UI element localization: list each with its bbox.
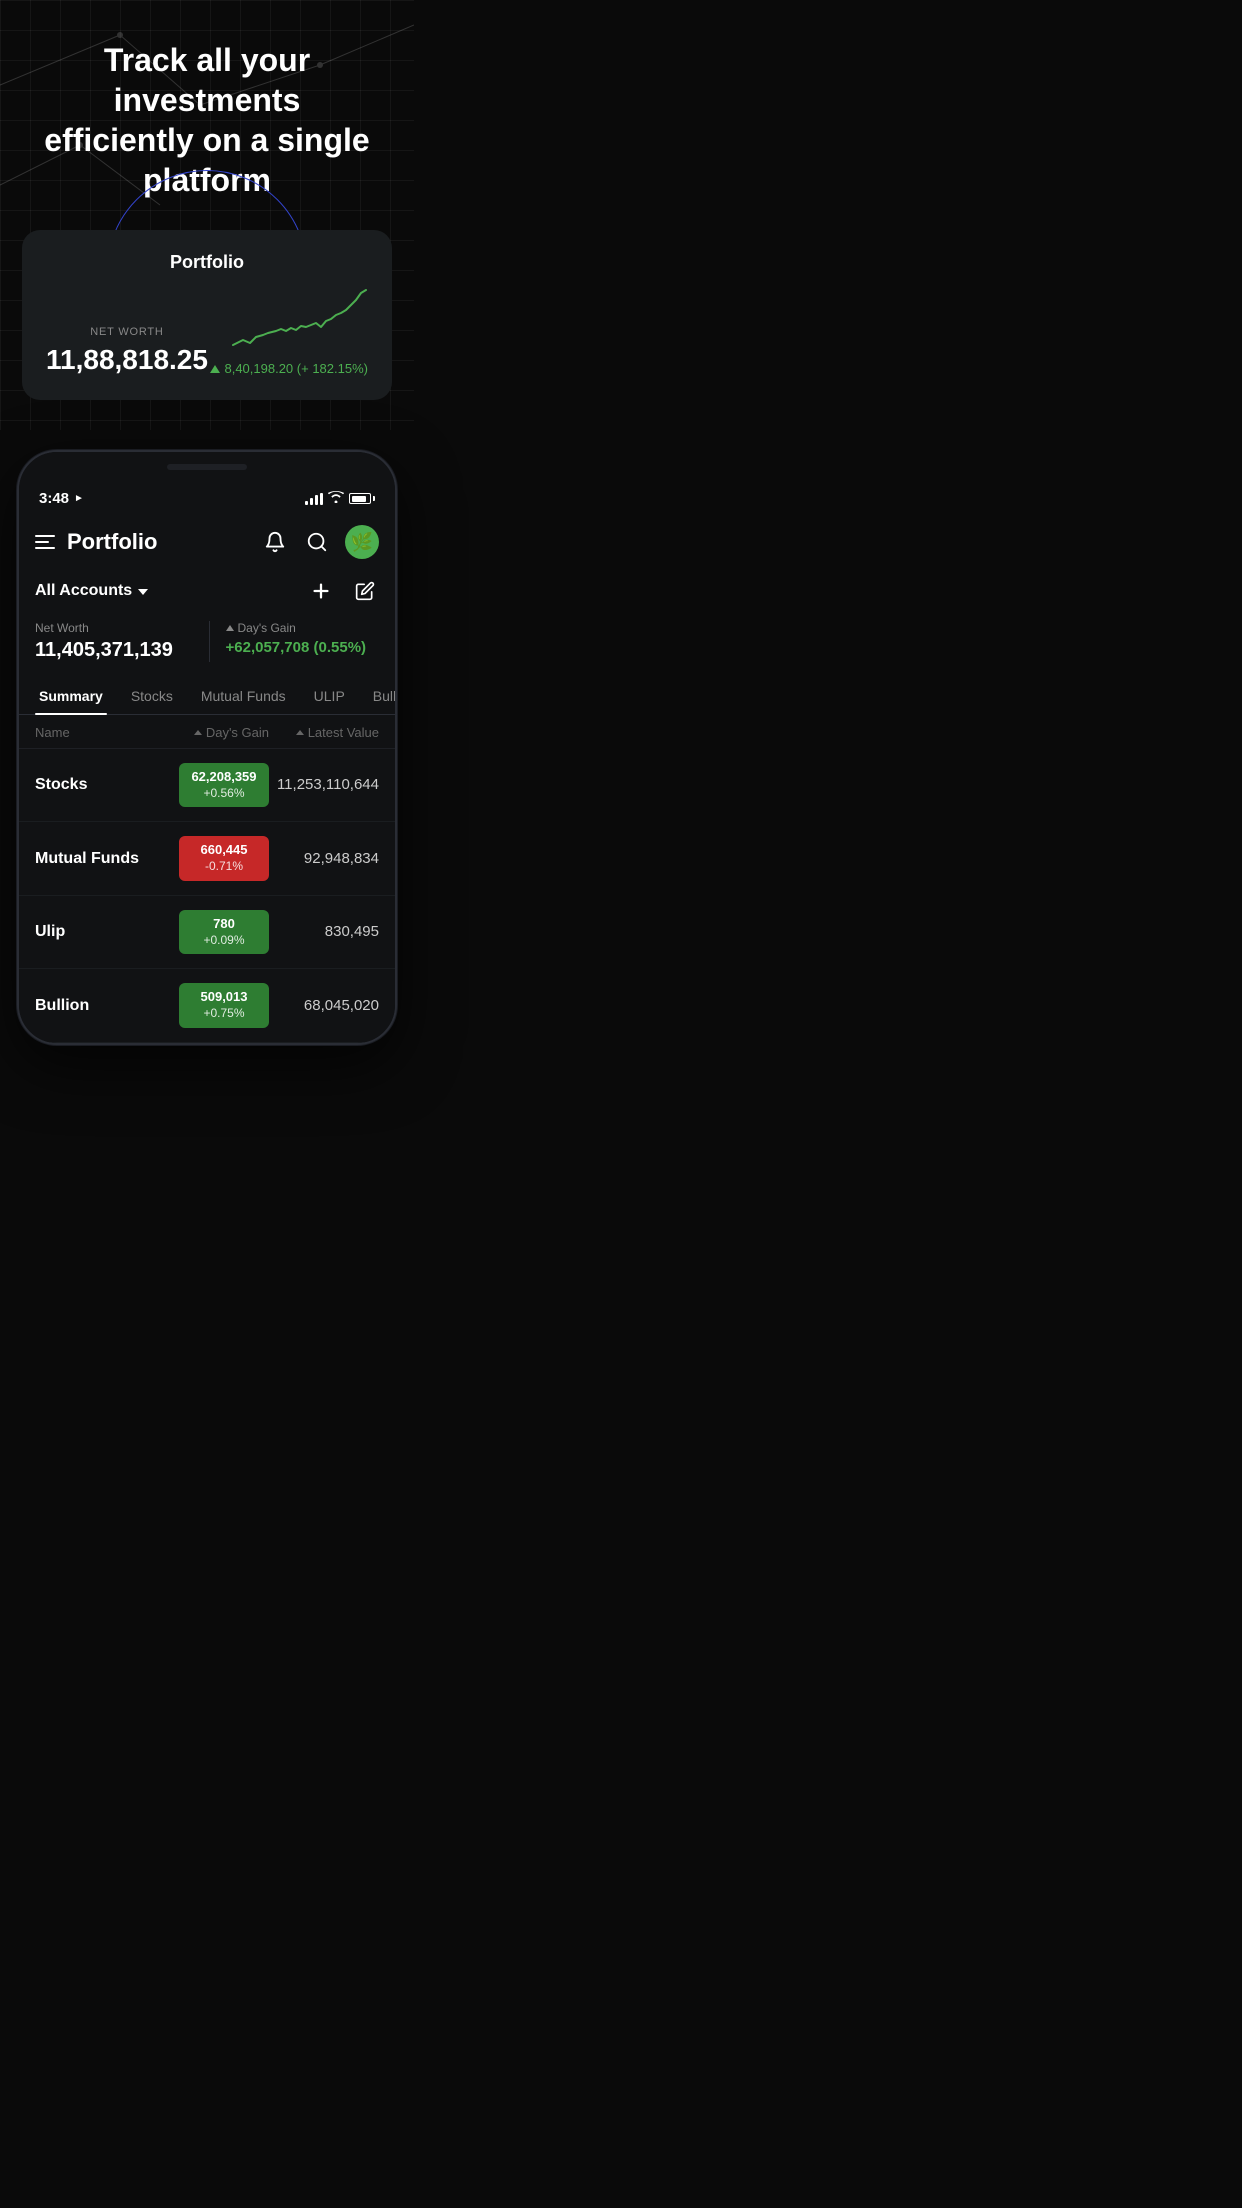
- status-icons: [305, 491, 375, 506]
- row-name-1: Mutual Funds: [35, 850, 149, 868]
- col-sort-caret-icon-2: [296, 730, 304, 735]
- bell-icon[interactable]: [261, 528, 289, 556]
- days-gain-label: Day's Gain: [226, 621, 380, 635]
- add-account-button[interactable]: [307, 577, 335, 605]
- phone-frame: 3:48 ►: [17, 450, 397, 1045]
- status-bar: 3:48 ►: [19, 482, 395, 511]
- edit-button[interactable]: [351, 577, 379, 605]
- location-arrow-icon: ►: [74, 493, 84, 504]
- all-accounts-button[interactable]: All Accounts: [35, 582, 148, 600]
- col-name-header: Name: [35, 725, 149, 740]
- days-gain-value: +62,057,708 (0.55%): [226, 639, 380, 656]
- time-display: 3:48: [39, 490, 69, 507]
- net-worth-value: 11,405,371,139: [35, 639, 189, 662]
- table-header: Name Day's Gain Latest Value: [19, 715, 395, 749]
- account-caret-icon: [138, 589, 148, 595]
- col-days-gain-header: Day's Gain: [149, 725, 269, 740]
- table-row[interactable]: Stocks 62,208,359 +0.56% 11,253,110,644: [19, 749, 395, 822]
- gain-tag-0: 62,208,359 +0.56%: [179, 763, 269, 807]
- account-row: All Accounts: [19, 569, 395, 617]
- hamburger-menu-icon[interactable]: [35, 535, 55, 549]
- header-left: Portfolio: [35, 529, 157, 555]
- row-gain-cell-2: 780 +0.09%: [149, 910, 269, 954]
- table-rows-container: Stocks 62,208,359 +0.56% 11,253,110,644 …: [19, 749, 395, 1043]
- avatar-button[interactable]: 🌿: [345, 525, 379, 559]
- row-latest-cell-3: 68,045,020: [269, 997, 379, 1015]
- row-gain-cell-1: 660,445 -0.71%: [149, 836, 269, 880]
- all-accounts-label: All Accounts: [35, 582, 132, 600]
- row-gain-cell-0: 62,208,359 +0.56%: [149, 763, 269, 807]
- row-name-3: Bullion: [35, 997, 149, 1015]
- card-gain-badge: 8,40,198.20 (+ 182.15%): [210, 361, 368, 376]
- app-title: Portfolio: [67, 529, 157, 555]
- battery-icon: [349, 493, 375, 504]
- portfolio-card-right: 8,40,198.20 (+ 182.15%): [210, 285, 368, 376]
- days-gain-caret-icon: [226, 625, 234, 631]
- card-gain-value: 8,40,198.20 (+ 182.15%): [224, 361, 368, 376]
- table-row[interactable]: Bullion 509,013 +0.75% 68,045,020: [19, 969, 395, 1042]
- signal-bars-icon: [305, 493, 323, 505]
- search-icon[interactable]: [303, 528, 331, 556]
- portfolio-card-left: NET WORTH 11,88,818.25: [46, 326, 208, 376]
- row-latest-cell-1: 92,948,834: [269, 850, 379, 868]
- net-worth-block: Net Worth 11,405,371,139: [35, 621, 189, 662]
- tab-summary[interactable]: Summary: [35, 678, 107, 714]
- portfolio-card-title: Portfolio: [46, 252, 368, 273]
- row-gain-cell-3: 509,013 +0.75%: [149, 983, 269, 1027]
- gain-arrow-icon: [210, 365, 220, 373]
- net-worth-section: Net Worth 11,405,371,139 Day's Gain +62,…: [19, 617, 395, 678]
- tabs-row: Summary Stocks Mutual Funds ULIP Bullion: [19, 678, 395, 715]
- phone-notch-bar: [19, 452, 395, 482]
- app-content: Portfolio: [19, 511, 395, 1043]
- col-sort-caret-icon: [194, 730, 202, 735]
- gain-tag-2: 780 +0.09%: [179, 910, 269, 954]
- row-latest-cell-2: 830,495: [269, 923, 379, 941]
- tab-stocks[interactable]: Stocks: [127, 678, 177, 714]
- row-name-2: Ulip: [35, 923, 149, 941]
- gain-tag-3: 509,013 +0.75%: [179, 983, 269, 1027]
- row-latest-cell-0: 11,253,110,644: [269, 776, 379, 794]
- status-time: 3:48 ►: [39, 490, 84, 507]
- tab-mutual-funds[interactable]: Mutual Funds: [197, 678, 290, 714]
- card-net-worth-value: 11,88,818.25: [46, 344, 208, 376]
- phone-wrapper: 3:48 ►: [0, 450, 414, 1045]
- notch-pill: [167, 464, 247, 470]
- gain-tag-1: 660,445 -0.71%: [179, 836, 269, 880]
- account-actions: [307, 577, 379, 605]
- mini-chart: [228, 285, 368, 355]
- tab-ulip[interactable]: ULIP: [310, 678, 349, 714]
- portfolio-card-wrapper: Portfolio NET WORTH 11,88,818.25 8,40,19…: [20, 230, 394, 400]
- portfolio-card-body: NET WORTH 11,88,818.25 8,40,198.20 (+ 18…: [46, 285, 368, 376]
- header-right: 🌿: [261, 525, 379, 559]
- col-latest-header: Latest Value: [269, 725, 379, 740]
- wifi-icon: [328, 491, 344, 506]
- table-row[interactable]: Ulip 780 +0.09% 830,495: [19, 896, 395, 969]
- net-worth-label: Net Worth: [35, 621, 189, 635]
- table-row[interactable]: Mutual Funds 660,445 -0.71% 92,948,834: [19, 822, 395, 895]
- app-header: Portfolio: [19, 511, 395, 569]
- days-gain-block: Day's Gain +62,057,708 (0.55%): [209, 621, 380, 662]
- tab-bullion[interactable]: Bullion: [369, 678, 397, 714]
- hero-section: Track all your investments efficiently o…: [0, 0, 414, 430]
- card-net-worth-label: NET WORTH: [46, 326, 208, 338]
- row-name-0: Stocks: [35, 776, 149, 794]
- avatar-emoji: 🌿: [351, 532, 373, 553]
- portfolio-card: Portfolio NET WORTH 11,88,818.25 8,40,19…: [22, 230, 392, 400]
